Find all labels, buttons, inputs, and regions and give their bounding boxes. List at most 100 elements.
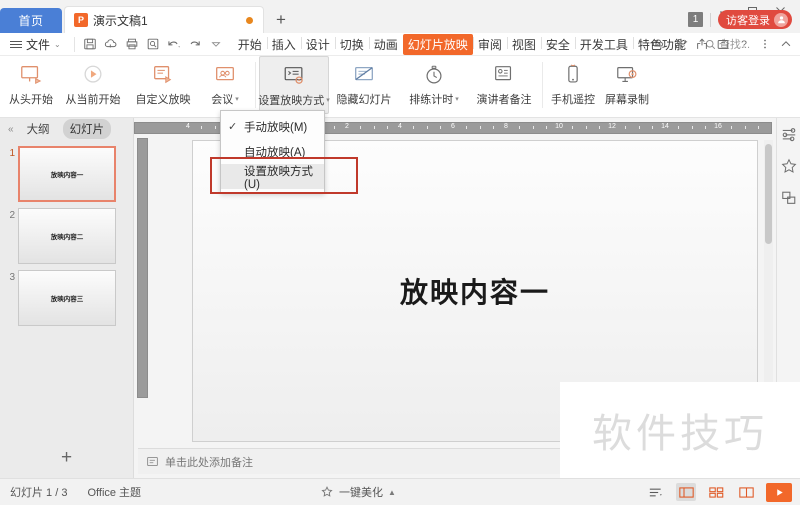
ruler-tick	[479, 126, 481, 129]
customize-toolbar-icon[interactable]	[206, 34, 227, 55]
tab-transition[interactable]: 切换	[334, 34, 369, 55]
tab-animation[interactable]: 动画	[368, 34, 403, 55]
collapse-ribbon-icon[interactable]	[775, 34, 796, 55]
print-icon[interactable]	[122, 34, 143, 55]
more-options-icon[interactable]	[754, 34, 775, 55]
ruler-tick	[214, 126, 216, 129]
collapse-left-icon[interactable]: «	[8, 124, 14, 135]
outline-view-button[interactable]	[646, 483, 666, 501]
ruler-tick	[598, 126, 600, 129]
slide-thumbnail[interactable]: 放映内容二	[18, 208, 116, 264]
theme-label[interactable]: Office 主题	[77, 484, 151, 500]
hide-slide-label: 隐藏幻灯片	[336, 94, 392, 106]
slide-sorter-button[interactable]	[706, 483, 726, 501]
ruler-tick	[731, 126, 733, 129]
ruler-tick	[201, 126, 203, 129]
help-icon[interactable]: ?	[733, 34, 754, 55]
chevron-up-icon: ▲	[388, 487, 396, 497]
tab-security[interactable]: 安全	[540, 34, 575, 55]
menu-item-label: 设置放映方式(U)	[244, 165, 313, 191]
ruler-tick	[545, 126, 547, 129]
slide-title-textbox[interactable]: 放映内容一	[400, 271, 550, 311]
list-item[interactable]: 1 放映内容一	[0, 140, 133, 202]
slide-number: 1	[9, 148, 15, 159]
list-item[interactable]: 2 放映内容二	[0, 202, 133, 264]
tab-home[interactable]: 首页	[0, 8, 62, 33]
menu-item-auto-show[interactable]: 自动放映(A)	[221, 139, 324, 164]
cloud-sync-icon[interactable]	[101, 34, 122, 55]
start-slideshow-button[interactable]	[766, 482, 792, 502]
notes-placeholder: 单击此处添加备注	[165, 456, 253, 469]
properties-panel-icon[interactable]	[779, 124, 799, 144]
ruler-number: 2	[345, 123, 349, 130]
menu-item-manual-show[interactable]: ✓ 手动放映(M)	[221, 114, 324, 139]
file-menu-button[interactable]: 文件 ⌄	[0, 36, 69, 53]
slide-thumbnail[interactable]: 放映内容一	[18, 146, 116, 202]
undo-icon[interactable]	[164, 34, 185, 55]
tab-start[interactable]: 开始	[233, 34, 267, 55]
ruler-tick	[333, 126, 335, 129]
reading-view-button[interactable]	[736, 483, 756, 501]
list-item[interactable]: 3 放映内容三	[0, 264, 133, 326]
ruler-tick	[757, 126, 759, 129]
setup-show-button[interactable]: 设置放映方式 ▾	[258, 56, 330, 114]
cloud-icon[interactable]	[649, 34, 670, 55]
layers-panel-icon[interactable]	[779, 188, 799, 208]
slide-thumbnail[interactable]: 放映内容三	[18, 270, 116, 326]
setup-show-label: 设置放映方式	[258, 95, 325, 107]
tab-outline[interactable]: 大纲	[20, 119, 57, 139]
notification-count: 1	[692, 14, 699, 25]
print-preview-icon[interactable]	[143, 34, 164, 55]
rehearse-timing-icon	[422, 61, 446, 89]
ruler-number: 8	[504, 123, 508, 130]
chevron-down-icon: ▾	[235, 96, 239, 103]
tab-insert[interactable]: 插入	[266, 34, 301, 55]
presenter-notes-label: 演讲者备注	[476, 94, 532, 106]
setup-show-dropdown-menu: ✓ 手动放映(M) 自动放映(A) 设置放映方式(U)	[220, 110, 325, 193]
ruler-tick	[744, 126, 746, 129]
beautify-control[interactable]: 一键美化 ▲	[320, 484, 396, 500]
vertical-ruler[interactable]	[137, 138, 148, 398]
view-controls	[646, 482, 792, 502]
tab-view[interactable]: 视图	[506, 34, 541, 55]
tab-design[interactable]: 设计	[300, 34, 335, 55]
ruler-tick	[651, 126, 653, 129]
screen-record-button[interactable]: 屏幕录制	[600, 56, 654, 114]
save-icon[interactable]	[80, 34, 101, 55]
hide-slide-icon	[352, 61, 376, 89]
guest-login-button[interactable]: 访客登录	[718, 10, 792, 29]
scrollbar-thumb[interactable]	[765, 144, 772, 244]
ribbon-tab-list: 开始 插入 设计 切换 动画 幻灯片放映 审阅 视图 安全 开发工具 特色功能	[233, 33, 691, 55]
normal-view-button[interactable]	[676, 483, 696, 501]
tab-document[interactable]: P 演示文稿1	[64, 6, 264, 33]
add-collaborator-icon[interactable]	[670, 34, 691, 55]
meeting-button[interactable]: 会议 ▾	[198, 56, 252, 114]
slide-thumbnail-text: 放映内容三	[50, 296, 84, 303]
custom-show-button[interactable]: 自定义放映	[128, 56, 198, 114]
redo-icon[interactable]	[185, 34, 206, 55]
design-ideas-icon[interactable]	[779, 156, 799, 176]
phone-remote-button[interactable]: 手机遥控	[546, 56, 600, 114]
tab-home-label: 首页	[18, 14, 44, 28]
tab-slides[interactable]: 幻灯片	[62, 119, 112, 139]
ruler-tick	[373, 126, 375, 129]
tab-review[interactable]: 审阅	[472, 34, 507, 55]
menu-bar: 文件 ⌄ 开始 插入 设计 切换 动画 幻灯片放映 审阅 视图 安全 开发工具 …	[0, 33, 800, 56]
tab-developer[interactable]: 开发工具	[574, 34, 633, 55]
tab-slideshow[interactable]: 幻灯片放映	[402, 33, 473, 55]
present-from-current-button[interactable]: 从当前开始	[58, 56, 128, 114]
ruler-tick	[691, 126, 693, 129]
add-slide-button[interactable]: +	[0, 438, 133, 478]
ruler-tick	[625, 126, 627, 129]
divider	[255, 62, 256, 108]
screen-record-icon	[615, 61, 639, 89]
present-from-start-button[interactable]: 从头开始	[4, 56, 58, 114]
share-icon[interactable]	[691, 34, 712, 55]
hide-slide-button[interactable]: 隐藏幻灯片	[329, 56, 399, 114]
notification-badge[interactable]: 1	[688, 12, 703, 27]
menu-item-setup-show[interactable]: 设置放映方式(U)	[221, 164, 324, 191]
presenter-notes-button[interactable]: 演讲者备注	[469, 56, 539, 114]
feedback-icon[interactable]	[712, 34, 733, 55]
new-tab-button[interactable]: +	[264, 6, 298, 33]
rehearse-timing-button[interactable]: 排练计时 ▾	[399, 56, 469, 114]
